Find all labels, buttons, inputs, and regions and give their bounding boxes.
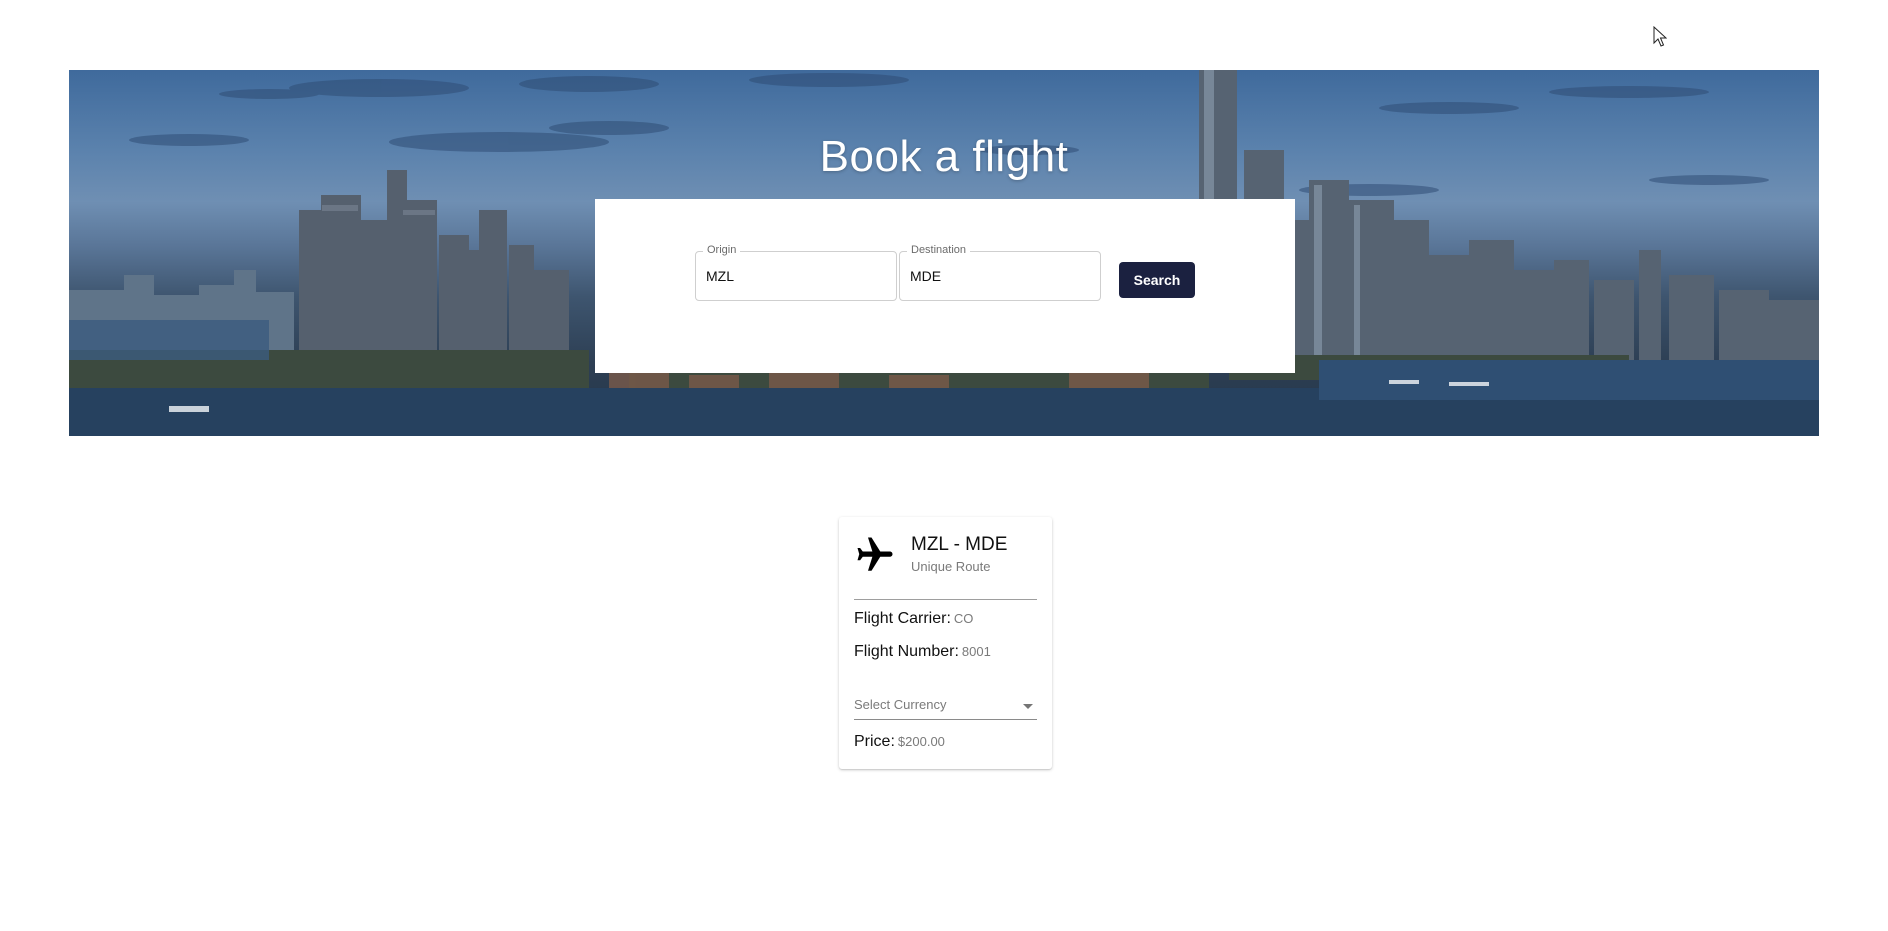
- currency-placeholder: Select Currency: [854, 697, 947, 712]
- destination-label: Destination: [907, 244, 971, 256]
- search-panel: Origin MZL Destination MDE Search: [595, 199, 1295, 373]
- hero-banner: Book a flight Origin MZL Destination MDE…: [69, 70, 1819, 436]
- flight-result-card: MZL - MDE Unique Route Flight Carrier: CO…: [839, 517, 1052, 769]
- flight-carrier-label: Flight Carrier:: [854, 610, 951, 627]
- currency-select[interactable]: Select Currency: [854, 695, 1037, 720]
- price-row: Price: $200.00: [854, 733, 945, 751]
- flight-carrier-row: Flight Carrier: CO: [854, 610, 973, 628]
- price-label: Price:: [854, 733, 895, 750]
- route-title: MZL - MDE: [911, 534, 1008, 555]
- flight-number-row: Flight Number: 8001: [854, 643, 991, 661]
- card-divider: [854, 599, 1037, 600]
- origin-label: Origin: [703, 244, 741, 256]
- mouse-cursor-icon: [1653, 26, 1667, 47]
- origin-value[interactable]: MZL: [706, 268, 734, 284]
- destination-field[interactable]: Destination MDE: [899, 244, 1101, 301]
- price-value: $200.00: [897, 734, 945, 749]
- flight-number-value: 8001: [961, 644, 991, 659]
- destination-value[interactable]: MDE: [910, 268, 941, 284]
- search-button[interactable]: Search: [1119, 262, 1195, 298]
- page-title: Book a flight: [819, 132, 1069, 181]
- airplane-icon: [857, 537, 893, 571]
- chevron-down-icon[interactable]: [1023, 704, 1033, 709]
- flight-number-label: Flight Number:: [854, 643, 959, 660]
- flight-carrier-value: CO: [953, 611, 974, 626]
- origin-field[interactable]: Origin MZL: [695, 244, 897, 301]
- route-subtitle: Unique Route: [911, 559, 991, 574]
